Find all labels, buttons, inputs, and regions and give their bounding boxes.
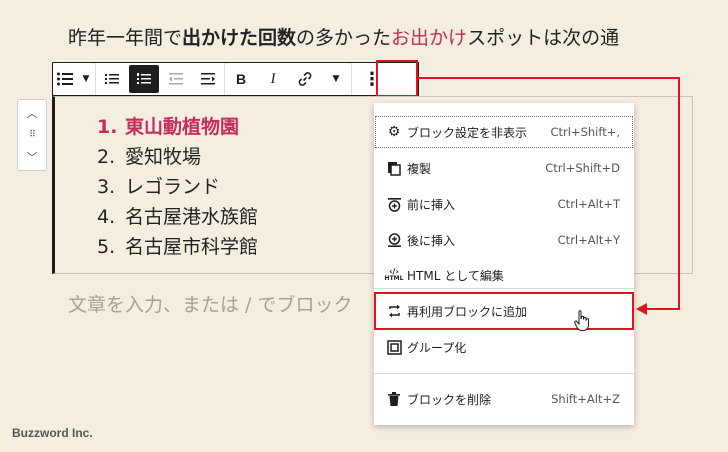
- menu-item-delete[interactable]: ブロックを削除 Shift+Alt+Z: [374, 382, 634, 416]
- hand-cursor-icon: [574, 310, 590, 338]
- more-format-chevron-icon[interactable]: ▼: [322, 65, 350, 93]
- toolbar-group-format: B I ▼: [225, 63, 352, 95]
- list-item[interactable]: 3. レゴランド: [97, 172, 258, 202]
- move-down-icon[interactable]: ﹀: [27, 149, 38, 165]
- menu-item-group[interactable]: グループ化: [374, 330, 634, 364]
- arrow-head-icon: [636, 303, 647, 315]
- bold-button[interactable]: B: [226, 65, 256, 93]
- block-toolbar: ▼ B I ▼ ⋮: [52, 62, 419, 96]
- para-link[interactable]: お出かけ: [391, 27, 467, 49]
- list-item[interactable]: 1. 東山動植物園: [97, 112, 258, 142]
- outdent-icon[interactable]: [161, 65, 191, 93]
- menu-item-insert-after[interactable]: 後に挿入 Ctrl+Alt+Y: [374, 223, 634, 257]
- list-type-icon[interactable]: [54, 65, 76, 93]
- indent-icon[interactable]: [193, 65, 223, 93]
- footer-credit: Buzzword Inc.: [12, 426, 93, 440]
- intro-paragraph[interactable]: 昨年一年間で出かけた回数の多かったお出かけスポットは次の通: [68, 22, 708, 64]
- menu-separator: [374, 373, 634, 374]
- duplicate-icon: [385, 159, 403, 177]
- para-text-1: 昨年一年間で: [68, 27, 183, 49]
- callout-line-bottom: [646, 308, 680, 310]
- para-text-3: スポットは次の通: [467, 27, 620, 49]
- insert-after-icon: [385, 231, 403, 249]
- empty-block-placeholder[interactable]: 文章を入力、または / でブロック: [68, 290, 352, 317]
- callout-line-vertical: [678, 77, 680, 310]
- para-bold: 出かけた回数: [182, 27, 297, 49]
- move-up-icon[interactable]: ︿: [27, 105, 38, 121]
- italic-button[interactable]: I: [258, 65, 288, 93]
- more-options-highlight: [376, 60, 418, 97]
- list-item[interactable]: 5. 名古屋市科学館: [97, 232, 258, 262]
- numbered-list: 1. 東山動植物園 2. 愛知牧場 3. レゴランド 4. 名古屋港水族館 5. 名古屋市…: [97, 112, 258, 262]
- callout-line-top: [418, 77, 680, 79]
- menu-item-duplicate[interactable]: 複製 Ctrl+Shift+D: [374, 151, 634, 185]
- block-mover: ︿ ⠿ ﹀: [17, 99, 47, 171]
- link-icon[interactable]: [290, 65, 320, 93]
- list-item[interactable]: 4. 名古屋港水族館: [97, 202, 258, 232]
- menu-separator: [374, 288, 634, 289]
- chevron-down-icon[interactable]: ▼: [78, 65, 94, 93]
- insert-before-icon: [385, 195, 403, 213]
- numbered-list-icon[interactable]: [129, 65, 159, 93]
- menu-item-edit-html[interactable]: ‹/› HTML HTML として編集: [374, 258, 634, 292]
- block-options-menu: ⚙ ブロック設定を非表示 Ctrl+Shift+, 複製 Ctrl+Shift+…: [374, 103, 634, 425]
- drag-handle-icon[interactable]: ⠿: [29, 130, 36, 140]
- trash-icon: [385, 390, 403, 408]
- group-icon: [385, 338, 403, 356]
- menu-item-insert-before[interactable]: 前に挿入 Ctrl+Alt+T: [374, 187, 634, 221]
- html-icon: ‹/› HTML: [384, 267, 404, 283]
- list-item[interactable]: 2. 愛知牧場: [97, 142, 258, 172]
- toolbar-group-list: [96, 63, 225, 95]
- para-text-2: の多かった: [296, 27, 392, 49]
- menu-item-hide-settings[interactable]: ⚙ ブロック設定を非表示 Ctrl+Shift+,: [374, 115, 634, 149]
- gear-icon: ⚙: [387, 124, 401, 140]
- toolbar-group-type: ▼: [53, 63, 96, 95]
- reusable-item-highlight: [374, 292, 634, 330]
- bullet-list-icon[interactable]: [97, 65, 127, 93]
